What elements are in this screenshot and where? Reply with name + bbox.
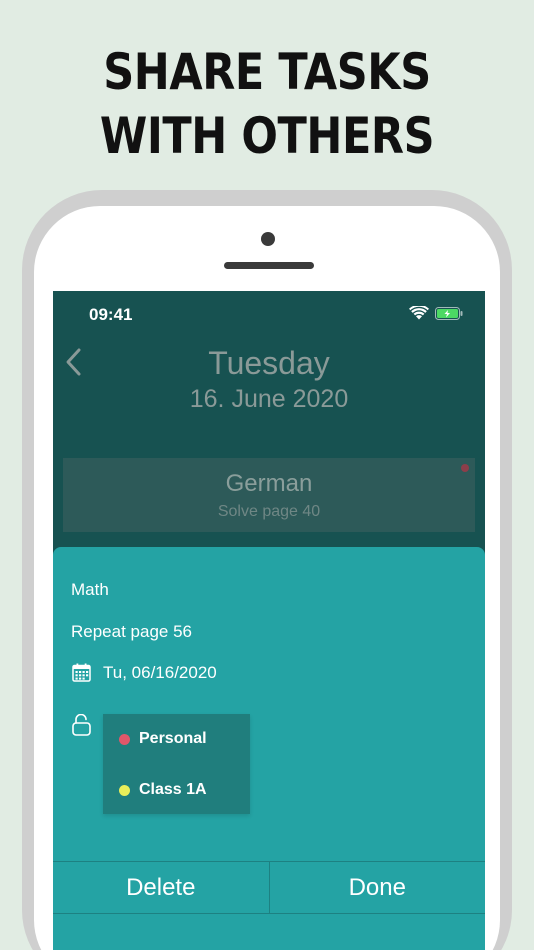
- task-subject: German: [225, 470, 313, 497]
- status-time: 09:41: [89, 305, 133, 324]
- speaker-grille: [224, 262, 314, 269]
- page-title: Tuesday: [208, 345, 330, 381]
- delete-button[interactable]: Delete: [53, 862, 270, 913]
- action-bar: Delete Done: [53, 861, 485, 914]
- calendar-icon: [72, 663, 91, 682]
- task-note: Solve page 40: [217, 503, 321, 520]
- done-button[interactable]: Done: [270, 862, 486, 913]
- share-option-personal[interactable]: Personal: [119, 727, 207, 751]
- share-option-label: Personal: [139, 730, 207, 747]
- detail-subject[interactable]: Math: [71, 580, 109, 600]
- share-target-menu: Personal Class 1A: [103, 714, 250, 814]
- camera-icon: [261, 232, 275, 246]
- battery-icon: [435, 307, 463, 320]
- task-detail-sheet: Math Repeat page 56 Tu, 06/16/2020 Perso…: [53, 547, 485, 950]
- app-screen: 09:41 Tuesday 16. June 2020 German Solve…: [53, 291, 485, 950]
- share-option-class-1a[interactable]: Class 1A: [119, 778, 207, 802]
- wifi-icon: [409, 306, 429, 320]
- unlock-icon[interactable]: [72, 714, 91, 736]
- page-date: 16. June 2020: [189, 385, 349, 413]
- share-option-color-dot: [119, 733, 130, 745]
- detail-note[interactable]: Repeat page 56: [71, 622, 192, 642]
- share-option-label: Class 1A: [139, 781, 207, 798]
- detail-due-date[interactable]: Tu, 06/16/2020: [103, 663, 217, 683]
- task-card[interactable]: German Solve page 40: [63, 458, 475, 532]
- share-option-color-dot: [119, 784, 130, 796]
- headline: SHARE TASKS WITH OTHERS: [37, 40, 496, 168]
- headline-line-1: SHARE TASKS: [103, 43, 431, 101]
- headline-line-2: WITH OTHERS: [99, 107, 435, 165]
